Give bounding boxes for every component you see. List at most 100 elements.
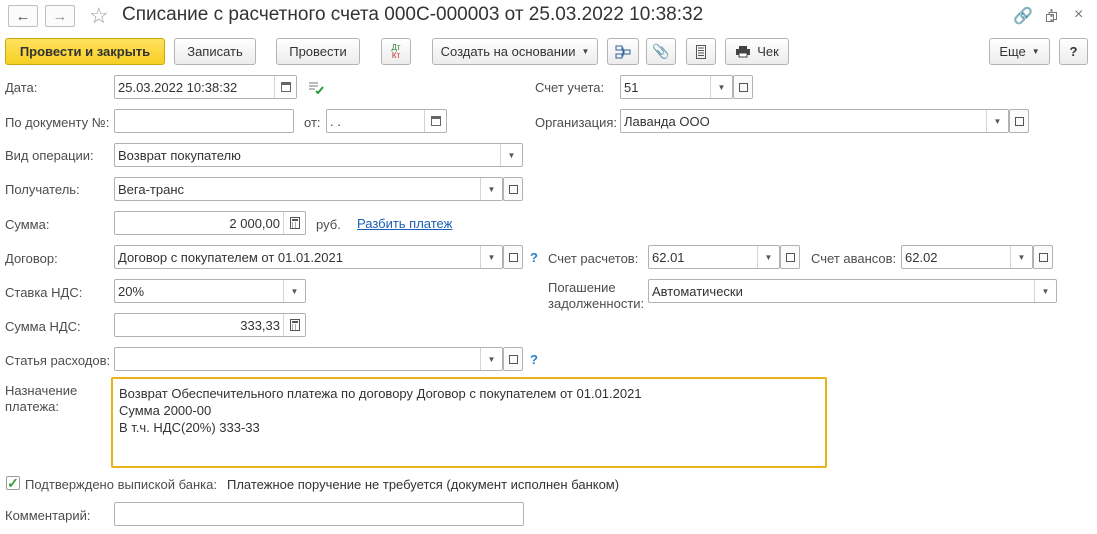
post-and-close-button[interactable]: Провести и закрыть: [5, 38, 165, 65]
contract-select[interactable]: Договор с покупателем от 01.01.2021 ▼: [114, 245, 503, 269]
date-value: 25.03.2022 10:38:32: [118, 79, 238, 95]
window-restore-icon[interactable]: [1046, 10, 1057, 22]
debt-label-line2: задолженности:: [548, 296, 645, 311]
create-based-on-button[interactable]: Создать на основании ▼: [432, 38, 598, 65]
arrow-left-icon: ←: [15, 7, 31, 25]
calendar-button[interactable]: [424, 110, 446, 132]
chevron-down-icon[interactable]: ▼: [500, 144, 522, 166]
chevron-down-icon[interactable]: ▼: [480, 246, 502, 268]
vat-sum-label: Сумма НДС:: [5, 319, 81, 334]
more-button[interactable]: Еще ▼: [989, 38, 1050, 65]
split-payment-link[interactable]: Разбить платеж: [357, 216, 452, 231]
from-date-input[interactable]: . .: [326, 109, 447, 133]
adv-acc-value: 62.02: [905, 249, 938, 265]
dt-kt-button[interactable]: Дт Кт: [381, 38, 411, 65]
open-icon: [738, 82, 748, 92]
chevron-down-icon[interactable]: ▼: [1010, 246, 1032, 268]
list-icon: [696, 44, 706, 59]
help-button[interactable]: ?: [1059, 38, 1088, 65]
chevron-down-icon[interactable]: ▼: [283, 280, 305, 302]
confirmed-checkbox[interactable]: ✓: [6, 474, 20, 491]
chevron-down-icon[interactable]: ▼: [480, 348, 502, 370]
adv-acc-open-button[interactable]: [1033, 245, 1053, 269]
purpose-label-line1: Назначение: [5, 383, 78, 398]
open-icon: [508, 184, 518, 194]
calendar-icon: [430, 116, 441, 126]
vat-sum-input[interactable]: 333,33: [114, 313, 306, 337]
open-icon: [508, 354, 518, 364]
op-type-value: Возврат покупателю: [118, 147, 241, 163]
report-button[interactable]: [686, 38, 716, 65]
chevron-down-icon[interactable]: ▼: [480, 178, 502, 200]
adv-acc-select[interactable]: 62.02 ▼: [901, 245, 1033, 269]
contract-label: Договор:: [5, 251, 58, 266]
account-open-button[interactable]: [733, 75, 753, 99]
contract-open-button[interactable]: [503, 245, 523, 269]
chevron-down-icon[interactable]: ▼: [757, 246, 779, 268]
open-icon: [508, 252, 518, 262]
expense-label: Статья расходов:: [5, 353, 111, 368]
chevron-down-icon[interactable]: ▼: [710, 76, 732, 98]
create-based-on-label: Создать на основании: [440, 44, 576, 59]
cheque-button[interactable]: Чек: [725, 38, 789, 65]
confirmed-note: Платежное поручение не требуется (докуме…: [227, 477, 620, 492]
forward-button[interactable]: →: [45, 5, 75, 27]
chevron-down-icon[interactable]: ▼: [1034, 280, 1056, 302]
contract-help-icon[interactable]: ?: [530, 250, 538, 265]
amount-label: Сумма:: [5, 217, 50, 232]
window-title: Списание с расчетного счета 000С-000003 …: [122, 4, 704, 25]
doc-no-label: По документу №:: [5, 115, 110, 130]
document-status-icon[interactable]: [308, 82, 324, 97]
purpose-textarea[interactable]: Возврат Обеспечительного платежа по дого…: [111, 377, 827, 468]
calculator-button[interactable]: [283, 212, 305, 234]
account-select[interactable]: 51 ▼: [620, 75, 733, 99]
recipient-select[interactable]: Вега-транс ▼: [114, 177, 503, 201]
save-button[interactable]: Записать: [174, 38, 256, 65]
settle-acc-value: 62.01: [652, 249, 685, 265]
recipient-open-button[interactable]: [503, 177, 523, 201]
link-icon[interactable]: 🔗: [1013, 6, 1033, 26]
from-date-value: . .: [330, 113, 341, 129]
settle-acc-select[interactable]: 62.01 ▼: [648, 245, 780, 269]
org-value: Лаванда ООО: [624, 113, 710, 129]
org-open-button[interactable]: [1009, 109, 1029, 133]
purpose-line: В т.ч. НДС(20%) 333-33: [119, 420, 260, 435]
settle-acc-open-button[interactable]: [780, 245, 800, 269]
chevron-down-icon: ▼: [581, 47, 590, 56]
vat-rate-select[interactable]: 20% ▼: [114, 279, 306, 303]
purpose-line: Возврат Обеспечительного платежа по дого…: [119, 386, 642, 401]
date-input[interactable]: 25.03.2022 10:38:32: [114, 75, 297, 99]
purpose-label-line2: платежа:: [5, 399, 59, 414]
chevron-down-icon: ▼: [1031, 47, 1040, 56]
more-label: Еще: [999, 44, 1026, 59]
structure-button[interactable]: [607, 38, 639, 65]
checkmark-icon: ✓: [7, 474, 19, 491]
kt-icon-part: Кт: [391, 50, 401, 60]
date-label: Дата:: [5, 80, 38, 95]
calculator-button[interactable]: [283, 314, 305, 336]
doc-no-input[interactable]: [114, 109, 294, 133]
expense-open-button[interactable]: [503, 347, 523, 371]
chevron-down-icon[interactable]: ▼: [986, 110, 1008, 132]
open-icon: [1038, 252, 1048, 262]
attach-button[interactable]: 📎: [646, 38, 676, 65]
calculator-icon: [289, 319, 300, 331]
op-type-select[interactable]: Возврат покупателю ▼: [114, 143, 523, 167]
post-button[interactable]: Провести: [276, 38, 360, 65]
close-icon[interactable]: ×: [1074, 6, 1083, 24]
debt-label-line1: Погашение: [548, 280, 616, 295]
favorite-star-icon[interactable]: ☆: [89, 3, 109, 29]
calculator-icon: [289, 217, 300, 229]
debt-select[interactable]: Автоматически ▼: [648, 279, 1057, 303]
comment-label: Комментарий:: [5, 508, 91, 523]
back-button[interactable]: ←: [8, 5, 38, 27]
account-label: Счет учета:: [535, 80, 605, 95]
calendar-button[interactable]: [274, 76, 296, 98]
expense-select[interactable]: ▼: [114, 347, 503, 371]
vat-rate-value: 20%: [118, 283, 145, 299]
expense-help-icon[interactable]: ?: [530, 352, 538, 367]
amount-input[interactable]: 2 000,00: [114, 211, 306, 235]
amount-value: 2 000,00: [229, 215, 280, 231]
comment-input[interactable]: [114, 502, 524, 526]
org-select[interactable]: Лаванда ООО ▼: [620, 109, 1009, 133]
